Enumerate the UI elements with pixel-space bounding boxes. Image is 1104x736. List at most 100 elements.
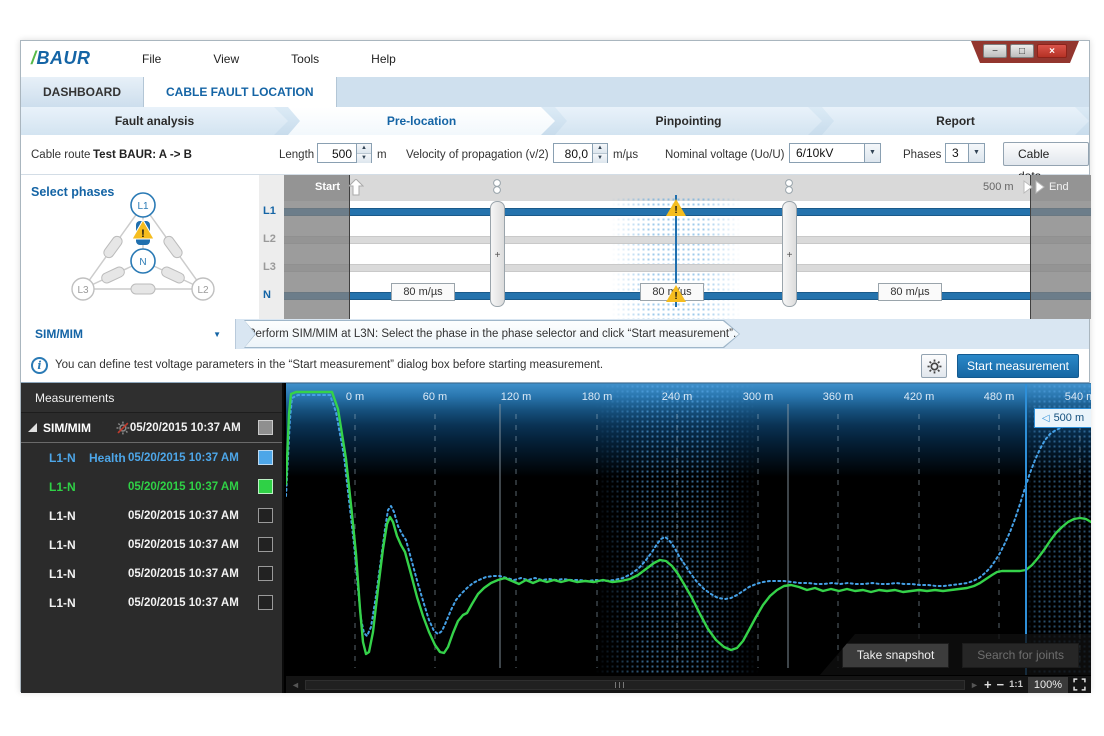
trace-chart[interactable]: 0 m60 m120 m180 m240 m300 m360 m420 m480… xyxy=(286,383,1091,675)
wizard-step[interactable]: Pinpointing xyxy=(555,107,822,135)
axis-label: 60 m xyxy=(423,391,447,403)
axis-label: 120 m xyxy=(501,391,532,403)
measurement-group-row[interactable]: SIM/MIM 05/20/2015 10:37 AM xyxy=(21,413,282,443)
measurements-panel: Measurements SIM/MIM 05/20/2015 10:37 AM xyxy=(21,383,284,693)
window-controls: − □ × xyxy=(971,41,1079,63)
end-band xyxy=(1031,175,1091,319)
wizard-step[interactable]: Fault analysis xyxy=(21,107,288,135)
measurement-row[interactable]: L1-N 05/20/2015 10:37 AM xyxy=(21,559,282,588)
zoom-out-button[interactable]: − xyxy=(997,678,1005,692)
velocity-input[interactable]: 80,0 ▲▼ xyxy=(553,143,608,163)
measurements-header: Measurements xyxy=(21,383,282,413)
zoom-in-button[interactable]: + xyxy=(984,678,992,692)
trace-L1-N Health xyxy=(286,395,1091,636)
spin-up-icon: ▲ xyxy=(357,144,371,153)
one-to-one-button[interactable]: 1:1 xyxy=(1009,678,1023,692)
main-tab-bar: DASHBOARD CABLE FAULT LOCATION xyxy=(21,77,1089,107)
measurement-checkbox[interactable] xyxy=(258,420,273,435)
menu-bar: /BAUR File View Tools Help − □ × xyxy=(21,41,1089,77)
length-input[interactable]: 500 ▲▼ xyxy=(317,143,372,163)
tab-cable-fault-location[interactable]: CABLE FAULT LOCATION xyxy=(144,77,337,107)
diagram-line-labels: L1 L2 L3 N xyxy=(259,175,284,319)
zoom-level-value[interactable]: 100% xyxy=(1028,677,1068,693)
joint-icon xyxy=(784,178,794,198)
velocity-tag[interactable]: 80 m/µs xyxy=(391,283,455,301)
mode-dropdown[interactable]: SIM/MIM ▼ xyxy=(21,319,236,349)
cable-data-button[interactable]: Cable data xyxy=(1003,142,1089,166)
svg-text:L1: L1 xyxy=(137,201,149,212)
minimize-button[interactable]: − xyxy=(983,44,1007,58)
waveform-plot[interactable]: 0 m60 m120 m180 m240 m300 m360 m420 m480… xyxy=(286,384,1091,675)
wizard-step[interactable]: Pre-location xyxy=(288,107,555,135)
chevron-down-icon: ▼ xyxy=(968,144,984,162)
cable-line-l2[interactable] xyxy=(284,236,1091,244)
measurement-row[interactable]: L1-N 05/20/2015 10:37 AM xyxy=(21,472,282,501)
start-band xyxy=(284,175,349,319)
menu-view[interactable]: View xyxy=(187,41,265,77)
velocity-spinner[interactable]: ▲▼ xyxy=(592,144,607,162)
cable-route-value: Test BAUR: A -> B xyxy=(93,145,192,165)
measurement-row[interactable]: L1-N 05/20/2015 10:37 AM xyxy=(21,501,282,530)
measurement-settings-button[interactable] xyxy=(921,354,947,378)
measurement-row[interactable]: L1-N 05/20/2015 10:37 AM xyxy=(21,530,282,559)
joint-icon xyxy=(492,178,502,198)
measurement-row[interactable]: L1-N Health 05/20/2015 10:37 AM xyxy=(21,443,282,472)
tab-dashboard[interactable]: DASHBOARD xyxy=(21,77,144,107)
menu-help[interactable]: Help xyxy=(345,41,422,77)
cable-joint[interactable]: + xyxy=(782,201,797,307)
voltage-select[interactable]: 6/10kV ▼ xyxy=(789,143,881,163)
measurement-checkbox[interactable] xyxy=(258,595,273,610)
expander-icon[interactable] xyxy=(28,423,37,432)
scrollbar-track[interactable] xyxy=(305,680,965,690)
measurement-row[interactable]: L1-N 05/20/2015 10:37 AM xyxy=(21,588,282,617)
measurement-checkbox[interactable] xyxy=(258,450,273,465)
search-for-joints-button[interactable]: Search for joints xyxy=(962,643,1079,668)
parameter-bar: Cable route Test BAUR: A -> B Length 500… xyxy=(21,135,1089,175)
spin-down-icon: ▼ xyxy=(593,153,607,163)
velocity-unit: m/µs xyxy=(613,145,638,165)
start-marker-icon[interactable] xyxy=(349,179,364,196)
end-distance-label: 500 m xyxy=(983,181,1014,193)
wizard-step[interactable]: Report xyxy=(822,107,1089,135)
end-label: End xyxy=(1049,181,1069,193)
velocity-label: Velocity of propagation (v/2) xyxy=(406,145,549,165)
cable-joint[interactable]: + xyxy=(490,201,505,307)
cable-line-l1[interactable] xyxy=(284,208,1091,216)
cursor-distance-tag[interactable]: ◁ 500 m xyxy=(1034,408,1091,428)
velocity-tag[interactable]: 80 m/µs xyxy=(878,283,942,301)
mode-bar: SIM/MIM ▼ Perform SIM/MIM at L3N: Select… xyxy=(21,319,1089,349)
measurement-checkbox[interactable] xyxy=(258,479,273,494)
measurement-checkbox[interactable] xyxy=(258,508,273,523)
menu-tools[interactable]: Tools xyxy=(265,41,345,77)
spin-down-icon: ▼ xyxy=(357,153,371,163)
axis-label: 0 m xyxy=(346,391,364,403)
phase-selector[interactable]: Select phases ! xyxy=(21,175,259,319)
take-snapshot-button[interactable]: Take snapshot xyxy=(842,643,949,668)
chart-action-buttons: Take snapshot Search for joints xyxy=(819,634,1091,675)
start-measurement-button[interactable]: Start measurement xyxy=(957,354,1079,378)
scrollbar-grip[interactable] xyxy=(615,682,627,688)
measurement-checkbox[interactable] xyxy=(258,566,273,581)
menu-file[interactable]: File xyxy=(116,41,187,77)
application-window: /BAUR File View Tools Help − □ × DASHBOA… xyxy=(20,40,1090,692)
length-spinner[interactable]: ▲▼ xyxy=(356,144,371,162)
trace-L1-N xyxy=(286,392,1091,654)
end-marker-icon[interactable] xyxy=(1023,180,1045,194)
axis-label: 240 m xyxy=(662,391,693,403)
axis-label: 300 m xyxy=(743,391,774,403)
close-button[interactable]: × xyxy=(1037,44,1067,58)
axis-label: 480 m xyxy=(984,391,1015,403)
phases-select[interactable]: 3 ▼ xyxy=(945,143,985,163)
fullscreen-icon[interactable] xyxy=(1073,678,1086,691)
axis-label: 360 m xyxy=(823,391,854,403)
maximize-button[interactable]: □ xyxy=(1010,44,1034,58)
scroll-right-icon[interactable]: ► xyxy=(970,680,979,690)
svg-text:L2: L2 xyxy=(197,285,209,296)
cable-line-l3[interactable] xyxy=(284,264,1091,272)
gear-slash-icon xyxy=(116,421,130,435)
chevron-down-icon: ▼ xyxy=(213,330,235,339)
measurement-checkbox[interactable] xyxy=(258,537,273,552)
phases-label: Phases xyxy=(903,145,941,165)
instruction-banner: Perform SIM/MIM at L3N: Select the phase… xyxy=(244,320,740,348)
scroll-left-icon[interactable]: ◄ xyxy=(291,680,300,690)
